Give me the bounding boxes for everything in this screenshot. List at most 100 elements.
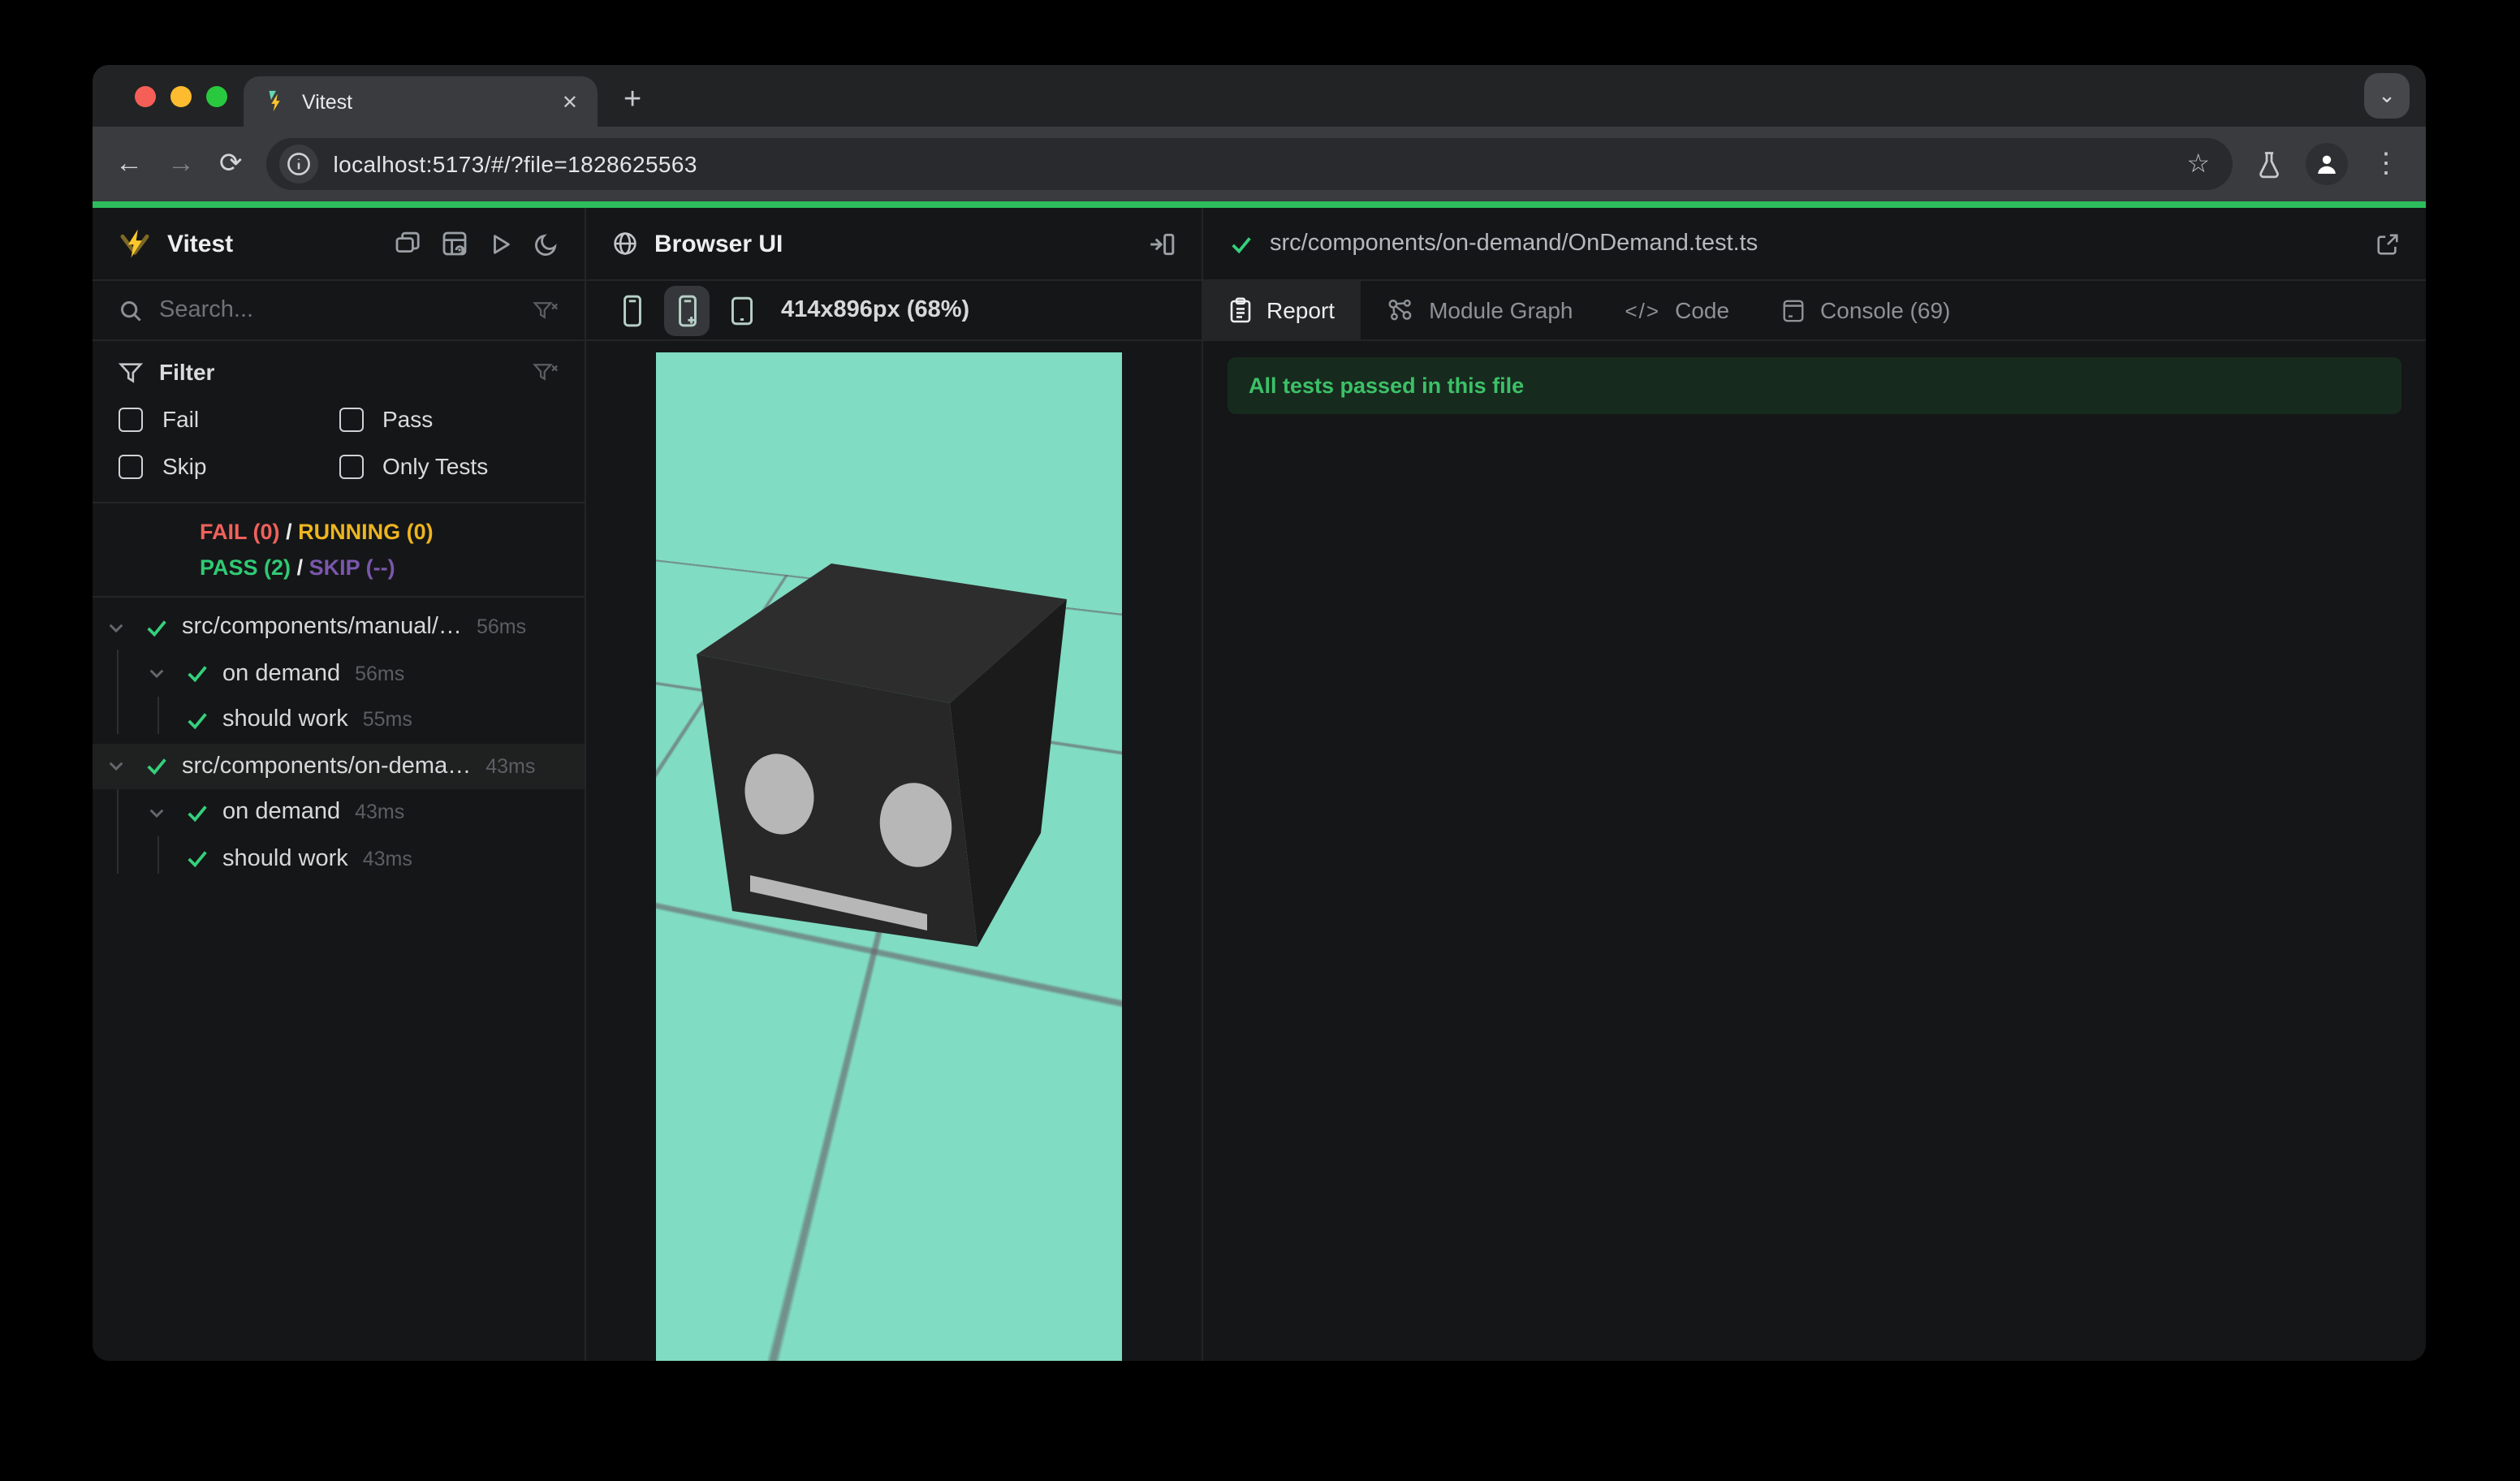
pass-check-icon — [1229, 231, 1254, 256]
clear-filter-icon[interactable] — [533, 298, 559, 322]
indent-guide — [117, 789, 119, 874]
back-button[interactable]: ← — [115, 148, 143, 180]
robot-cube-3d — [697, 563, 1067, 947]
pass-check-icon — [145, 615, 169, 640]
duration-label: 43ms — [362, 847, 412, 870]
duration-label: 43ms — [355, 801, 405, 824]
pass-check-icon — [185, 708, 209, 732]
experiments-flask-icon[interactable] — [2257, 150, 2281, 178]
checkbox[interactable] — [119, 407, 143, 431]
search-input[interactable] — [159, 297, 516, 323]
all-tests-passed-banner: All tests passed in this file — [1228, 357, 2401, 414]
favicon-vitest-icon — [263, 89, 287, 114]
duration-label: 55ms — [362, 708, 412, 732]
browser-ui-title: Browser UI — [654, 230, 783, 257]
duration-label: 43ms — [485, 754, 536, 778]
traffic-lights — [135, 86, 227, 107]
clipboard-icon — [1229, 297, 1252, 323]
report-tabs: Report Module Graph </> Code Console (69… — [1203, 281, 2426, 341]
tab-console[interactable]: Console (69) — [1755, 281, 1976, 339]
indent-guide — [117, 650, 119, 734]
sidebar-header: Vitest — [93, 208, 585, 281]
test-summary: FAIL (0) / RUNNING (0) PASS (2) / SKIP (… — [93, 502, 585, 598]
device-tablet-button[interactable] — [719, 285, 765, 335]
tree-suite-row[interactable]: on demand 43ms — [93, 789, 585, 835]
close-window-button[interactable] — [135, 86, 156, 107]
site-info-icon[interactable] — [279, 145, 319, 184]
globe-icon — [612, 231, 638, 257]
filter-option-pass[interactable]: Pass — [339, 406, 559, 432]
screen: Vitest ✕ + ⌄ ← → ⟳ localhost:5173/#/?fil… — [0, 0, 2520, 1481]
tree-test-row[interactable]: should work 55ms — [93, 697, 585, 743]
open-external-icon[interactable] — [2375, 231, 2400, 256]
zoom-window-button[interactable] — [206, 86, 227, 107]
indent-guide — [158, 697, 159, 734]
filter-panel: Filter Fail Pass Skip Only Tests — [93, 341, 585, 502]
chevron-down-icon: ⌄ — [2378, 83, 2396, 107]
pass-check-icon — [185, 847, 209, 871]
url-text: localhost:5173/#/?file=1828625563 — [333, 151, 697, 177]
pass-check-icon — [145, 754, 169, 779]
chevron-down-icon[interactable] — [146, 802, 169, 823]
address-bar[interactable]: localhost:5173/#/?file=1828625563 ☆ — [266, 138, 2233, 190]
console-icon — [1781, 298, 1806, 322]
minimize-window-button[interactable] — [170, 86, 192, 107]
summary-line-2: PASS (2) / SKIP (--) — [200, 555, 395, 579]
tab-search-button[interactable]: ⌄ — [2364, 73, 2410, 119]
reload-button[interactable]: ⟳ — [219, 148, 243, 180]
viewport-size-label: 414x896px (68%) — [781, 297, 970, 323]
viewport-area — [586, 341, 1202, 1361]
checkbox[interactable] — [339, 407, 363, 431]
filter-heading: Filter — [159, 359, 215, 385]
run-all-play-icon[interactable] — [489, 231, 513, 256]
checkbox[interactable] — [119, 454, 143, 478]
dashboard-icon[interactable] — [442, 231, 468, 257]
checkbox[interactable] — [339, 454, 363, 478]
report-body: All tests passed in this file — [1203, 341, 2426, 1361]
tab-close-icon[interactable]: ✕ — [562, 90, 578, 113]
tab-title: Vitest — [302, 90, 353, 113]
sidebar: Vitest Search... Filter Fail Pass Skip O… — [93, 208, 586, 1361]
filter-option-skip[interactable]: Skip — [119, 453, 339, 479]
browser-tab[interactable]: Vitest ✕ — [244, 76, 598, 127]
device-phone-plus-button-selected[interactable] — [664, 285, 710, 335]
indent-guide — [158, 836, 159, 874]
profile-avatar[interactable] — [2306, 143, 2348, 185]
tree-file-row-selected[interactable]: src/components/on-dema… 43ms — [93, 743, 585, 789]
tree-file-row[interactable]: src/components/manual/… 56ms — [93, 604, 585, 650]
clear-filter-icon[interactable] — [533, 360, 559, 384]
test-tree: src/components/manual/… 56ms on demand 5… — [93, 598, 585, 1361]
tab-report[interactable]: Report — [1203, 281, 1361, 339]
search-icon — [119, 298, 143, 322]
device-toolbar: 414x896px (68%) — [586, 281, 1202, 341]
browser-ui-panel: Browser UI 414x896px (68%) — [586, 208, 1203, 1361]
search-row — [93, 281, 585, 341]
forward-button[interactable]: → — [167, 148, 195, 180]
new-tab-button[interactable]: + — [624, 83, 641, 119]
vitest-ui: Vitest Search... Filter Fail Pass Skip O… — [93, 208, 2426, 1361]
chevron-down-icon[interactable] — [106, 756, 128, 777]
chevron-down-icon[interactable] — [146, 663, 169, 684]
tab-code[interactable]: </> Code — [1599, 281, 1756, 339]
bookmark-star-icon[interactable]: ☆ — [2186, 148, 2210, 180]
report-panel: src/components/on-demand/OnDemand.test.t… — [1203, 208, 2426, 1361]
browser-toolbar: ← → ⟳ localhost:5173/#/?file=1828625563 … — [93, 127, 2426, 201]
summary-line-1: FAIL (0) / RUNNING (0) — [200, 520, 434, 544]
dock-panel-icon[interactable] — [1148, 230, 1176, 257]
module-graph-icon — [1387, 297, 1414, 323]
tested-page-viewport[interactable] — [656, 352, 1122, 1361]
tree-suite-row[interactable]: on demand 56ms — [93, 650, 585, 697]
code-icon: </> — [1625, 298, 1661, 322]
vitest-logo-icon — [119, 227, 151, 260]
filter-option-only-tests[interactable]: Only Tests — [339, 453, 559, 479]
tab-strip: Vitest ✕ + ⌄ — [93, 65, 2426, 127]
chevron-down-icon[interactable] — [106, 617, 128, 638]
collapse-tests-icon[interactable] — [395, 231, 421, 257]
filter-option-fail[interactable]: Fail — [119, 406, 339, 432]
duration-label: 56ms — [355, 662, 405, 685]
dark-mode-moon-icon[interactable] — [534, 231, 559, 256]
browser-menu-button[interactable]: ⋮ — [2372, 148, 2400, 180]
tree-test-row[interactable]: should work 43ms — [93, 835, 585, 882]
device-phone-small-button[interactable] — [609, 285, 654, 335]
tab-module-graph[interactable]: Module Graph — [1361, 281, 1599, 339]
